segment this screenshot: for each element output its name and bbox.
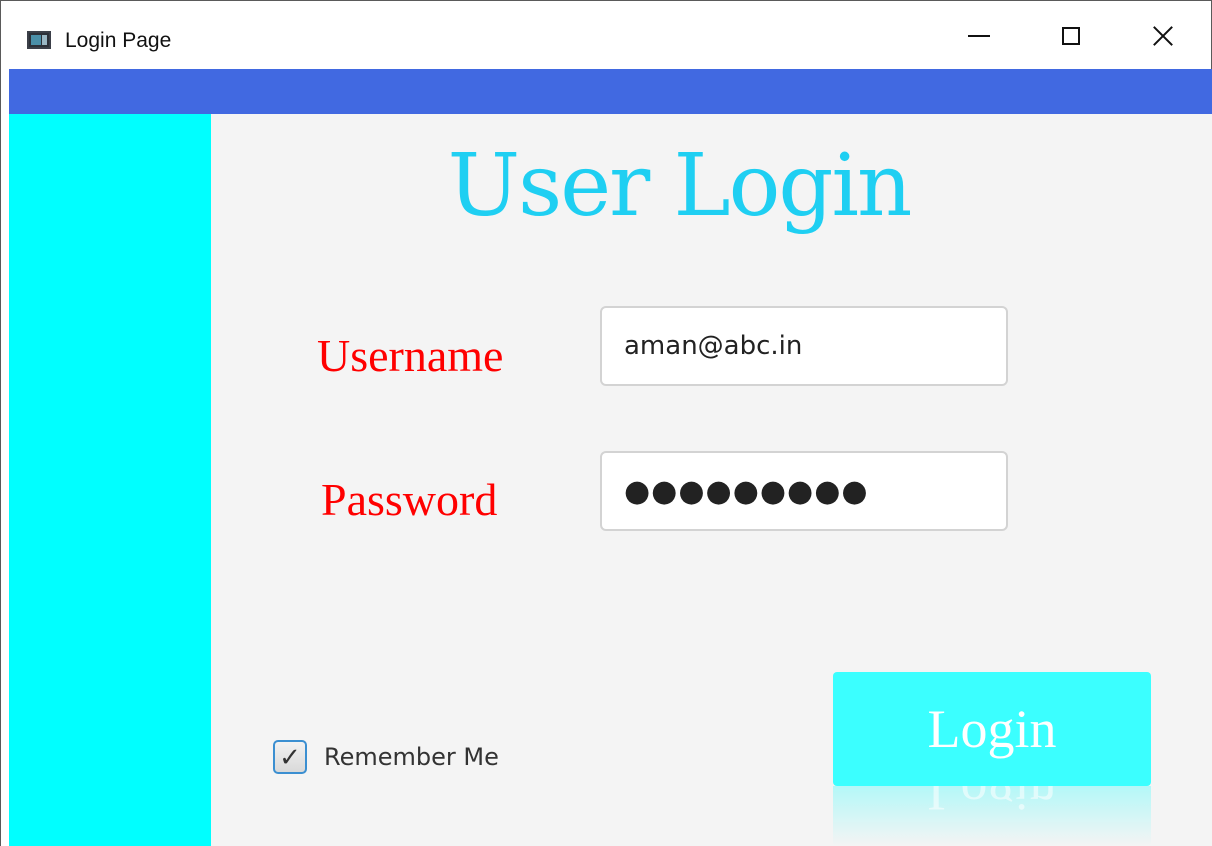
maximize-button[interactable] xyxy=(1025,1,1117,70)
remember-me-checkbox[interactable]: ✓ xyxy=(273,740,307,774)
checkmark-icon: ✓ xyxy=(279,742,301,772)
login-button[interactable]: Login xyxy=(833,672,1151,786)
remember-me-label: Remember Me xyxy=(324,743,499,771)
password-label: Password xyxy=(321,474,498,525)
window-title: Login Page xyxy=(65,29,172,52)
remember-me[interactable]: ✓ Remember Me xyxy=(273,740,499,774)
top-banner xyxy=(9,69,1212,114)
login-button-reflection: Login xyxy=(833,786,1151,846)
minimize-button[interactable] xyxy=(933,1,1025,70)
maximize-icon xyxy=(1062,26,1080,45)
username-field[interactable]: aman@abc.in xyxy=(600,306,1008,386)
title-bar[interactable]: Login Page xyxy=(1,1,1211,70)
login-panel: User Login Username aman@abc.in Password… xyxy=(211,114,1212,846)
username-label: Username xyxy=(317,330,504,381)
username-value: aman@abc.in xyxy=(624,331,803,361)
close-button[interactable] xyxy=(1117,1,1209,70)
left-sidebar xyxy=(9,114,211,846)
password-field[interactable]: ●●●●●●●●● xyxy=(600,451,1008,531)
minimize-icon xyxy=(968,34,990,37)
page-title: User Login xyxy=(447,136,913,236)
password-value: ●●●●●●●●● xyxy=(624,473,869,509)
window-app-icon xyxy=(27,31,51,49)
close-icon xyxy=(1152,25,1174,47)
login-button-label: Login xyxy=(927,699,1057,759)
login-button-reflection-text: Login xyxy=(927,786,1057,822)
